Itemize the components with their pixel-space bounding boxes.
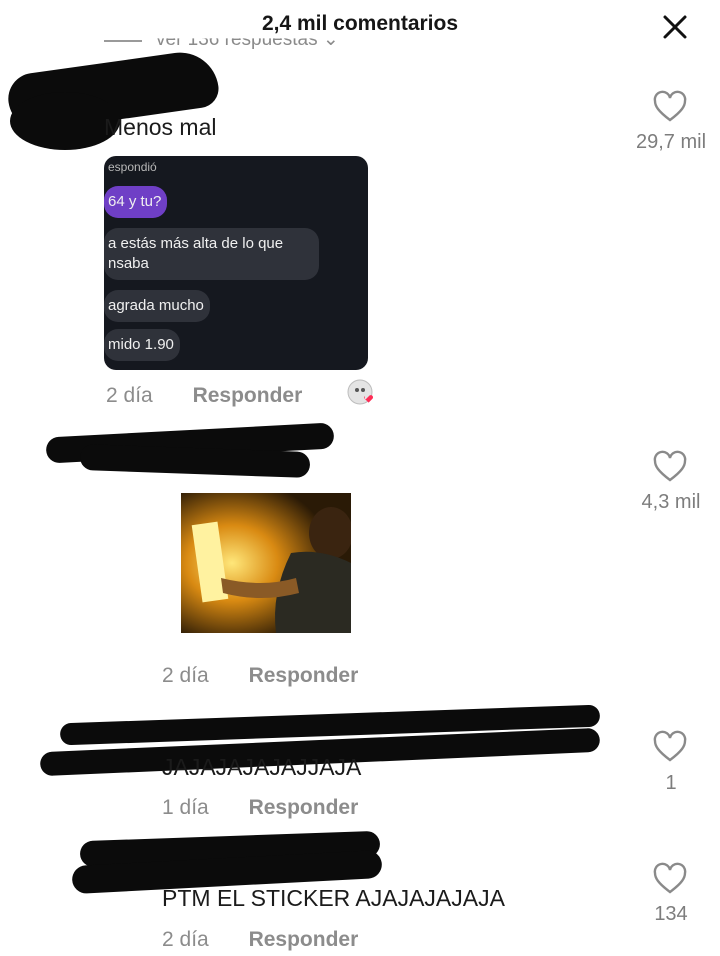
- comment-text: PTM EL STICKER AJAJAJAJAJA: [162, 885, 505, 911]
- comment-meta: 1 día Responder: [162, 796, 358, 820]
- comment-time: 1 día: [162, 796, 209, 819]
- comment-time: 2 día: [162, 664, 209, 687]
- reply-button[interactable]: Responder: [193, 384, 303, 407]
- chat-bubble: agrada mucho: [104, 290, 210, 322]
- like-count: 4,3 mil: [641, 491, 701, 513]
- comment-meta: 2 día Responder: [106, 384, 302, 408]
- like-count: 29,7 mil: [635, 131, 707, 153]
- comments-header-title: 2,4 mil comentarios: [261, 12, 459, 35]
- heart-icon[interactable]: [652, 450, 688, 484]
- chat-bubble: mido 1.90: [104, 329, 180, 361]
- chat-bubble-line: nsaba: [108, 255, 149, 272]
- comment-meta: 2 día Responder: [162, 664, 358, 688]
- chat-bubble: 64 y tu?: [104, 186, 168, 218]
- gif-sticker-image[interactable]: [181, 493, 351, 633]
- close-icon[interactable]: [660, 12, 690, 42]
- meme-illustration: [181, 493, 351, 633]
- comment-time: 2 día: [162, 928, 209, 951]
- replies-divider: [104, 40, 142, 42]
- heart-icon[interactable]: [652, 90, 688, 124]
- chat-bubble: a estás más alta de lo que nsaba: [104, 228, 319, 280]
- like-count: 1: [665, 772, 677, 794]
- like-count: 134: [654, 903, 688, 925]
- reply-button[interactable]: Responder: [249, 928, 359, 951]
- comment-meta: 2 día Responder: [162, 928, 358, 952]
- creator-liked-icon: [347, 379, 374, 405]
- reply-button[interactable]: Responder: [249, 796, 359, 819]
- heart-icon[interactable]: [652, 730, 688, 764]
- chat-label: espondió: [108, 160, 157, 174]
- heart-icon[interactable]: [652, 862, 688, 896]
- reply-button[interactable]: Responder: [249, 664, 359, 687]
- chat-screenshot-image[interactable]: espondió 64 y tu? a estás más alta de lo…: [104, 156, 368, 370]
- comment-time: 2 día: [106, 384, 153, 407]
- comment-text: JAJAJAJAJAJJAJA: [162, 754, 362, 780]
- chat-bubble-line: a estás más alta de lo que: [108, 235, 284, 252]
- comment-text: Menos mal: [104, 114, 217, 140]
